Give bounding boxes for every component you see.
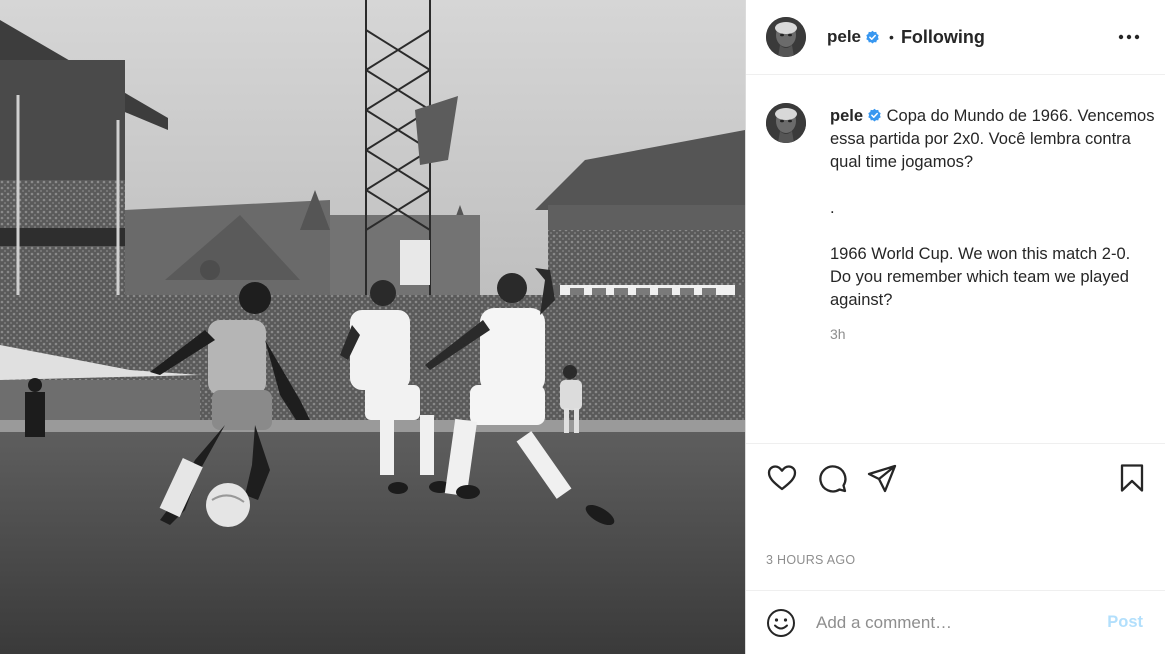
comment-icon[interactable] (816, 462, 848, 494)
post-photo[interactable] (0, 0, 745, 654)
comment-bar: Post (746, 590, 1165, 654)
avatar-portrait-icon (766, 17, 806, 57)
post-timestamp[interactable]: 3 HOURS AGO (766, 553, 855, 567)
avatar-portrait-icon (766, 103, 806, 143)
share-icon[interactable] (866, 462, 898, 494)
emoji-icon[interactable] (766, 608, 796, 638)
caption-section: pele Copa do Mundo de 1966. Vencemos ess… (746, 75, 1165, 444)
post-header: pele • Following (746, 0, 1165, 75)
caption-body: Copa do Mundo de 1966. Vencemos essa par… (830, 107, 1155, 309)
comment-input[interactable] (816, 610, 1096, 636)
more-options-icon[interactable] (1118, 27, 1140, 47)
post-comment-button[interactable]: Post (1107, 613, 1143, 632)
verified-badge-icon (866, 30, 879, 43)
caption-username[interactable]: pele (830, 107, 863, 125)
caption-text-block: pele Copa do Mundo de 1966. Vencemos ess… (830, 105, 1155, 312)
post-actions-bar (746, 460, 1165, 496)
profile-avatar[interactable] (766, 17, 806, 57)
following-button[interactable]: Following (901, 27, 985, 48)
author-username[interactable]: pele (827, 27, 861, 47)
separator-dot: • (889, 29, 894, 45)
heart-icon[interactable] (766, 462, 798, 494)
caption-avatar[interactable] (766, 103, 806, 143)
post-side-panel: pele • Following pele Copa do Mundo de 1… (745, 0, 1165, 654)
bookmark-icon[interactable] (1116, 462, 1148, 494)
caption-relative-time[interactable]: 3h (830, 326, 846, 342)
football-match-image (0, 0, 745, 654)
verified-badge-icon (868, 108, 881, 122)
